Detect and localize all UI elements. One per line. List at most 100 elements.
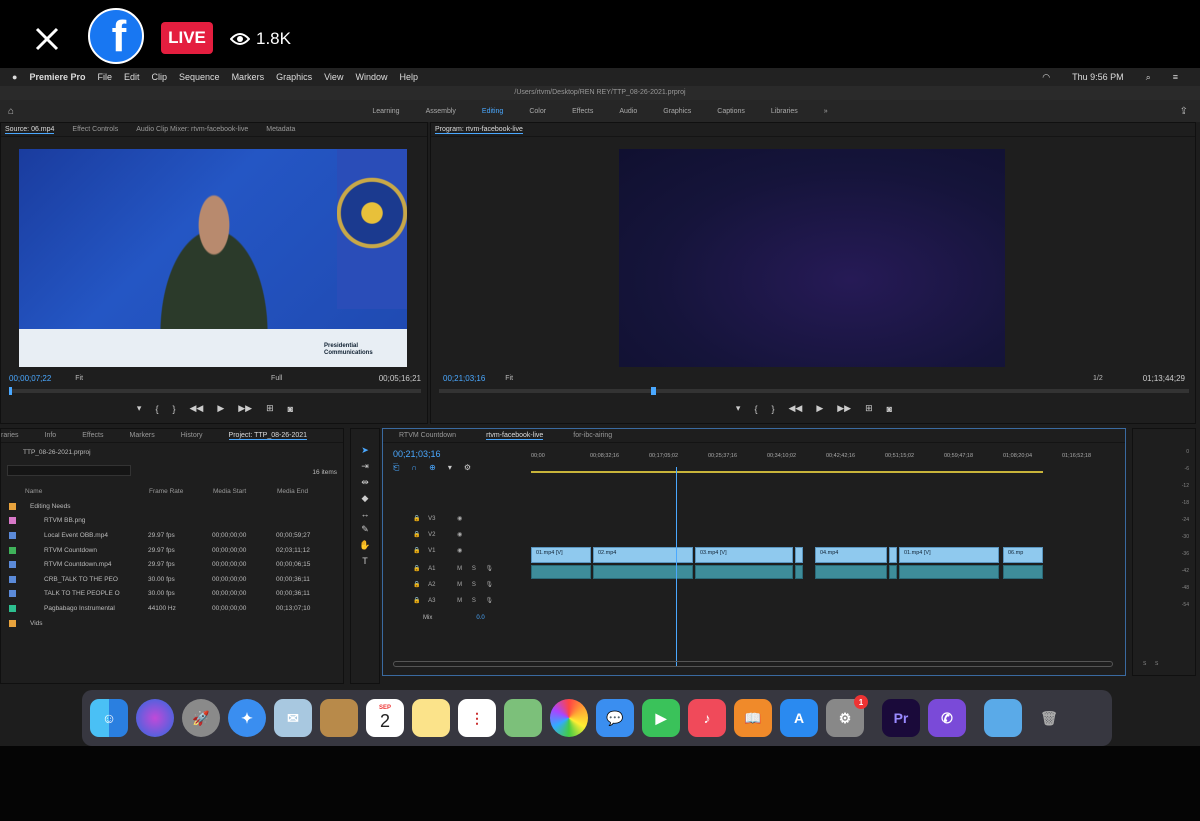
menu-graphics[interactable]: Graphics — [276, 72, 312, 82]
add-marker-icon[interactable]: ▾ — [736, 403, 741, 414]
mark-out-icon[interactable]: } — [172, 404, 175, 414]
audio-clip[interactable] — [593, 565, 693, 579]
nest-icon[interactable]: ⎗ — [393, 463, 399, 473]
sequence-area[interactable] — [531, 515, 1043, 611]
camera-icon[interactable]: ◙ — [288, 404, 293, 414]
audio-clip[interactable] — [531, 565, 591, 579]
tab-markers[interactable]: Markers — [129, 432, 154, 439]
audio-clip[interactable] — [889, 565, 897, 579]
audio-track-header[interactable]: 🔒 A2 M S 🎙 — [413, 581, 493, 588]
program-quality[interactable]: 1/2 — [1093, 375, 1103, 382]
menu-file[interactable]: File — [97, 72, 112, 82]
selection-tool-icon[interactable]: ➤ — [361, 445, 369, 456]
menu-markers[interactable]: Markers — [232, 72, 265, 82]
project-list-item[interactable]: Editing Needs — [1, 499, 341, 514]
tab-info[interactable]: Info — [45, 432, 57, 439]
audio-clip[interactable] — [899, 565, 999, 579]
col-media-end[interactable]: Media End — [277, 488, 337, 495]
menu-help[interactable]: Help — [399, 72, 418, 82]
video-clip[interactable]: 03.mp4 [V] — [695, 547, 793, 563]
wrench-icon[interactable]: ⚙ — [464, 463, 471, 473]
app-store-icon[interactable]: A — [780, 699, 818, 737]
insert-icon[interactable]: ⊞ — [266, 403, 274, 414]
track-lock-icon[interactable]: 🔒 — [413, 598, 420, 604]
col-frame-rate[interactable]: Frame Rate — [149, 488, 213, 495]
solo-button[interactable]: S — [472, 566, 476, 572]
mark-out-icon[interactable]: } — [771, 404, 774, 414]
premiere-pro-icon[interactable]: Pr — [882, 699, 920, 737]
menu-edit[interactable]: Edit — [124, 72, 140, 82]
workspace-editing[interactable]: Editing — [482, 108, 503, 115]
step-forward-icon[interactable]: ▶▶ — [837, 403, 851, 414]
calendar-icon[interactable]: SEP 2 — [366, 699, 404, 737]
type-tool-icon[interactable]: T — [362, 556, 368, 566]
mic-icon[interactable]: 🎙 — [486, 566, 494, 572]
program-timecode[interactable]: 00;21;03;16 — [443, 374, 485, 383]
project-list-item[interactable]: RTVM Countdown.mp4 29.97 fps 00;00;00;00… — [1, 557, 341, 572]
add-marker-icon[interactable]: ▾ — [137, 403, 142, 414]
messages-icon[interactable]: 💬 — [596, 699, 634, 737]
tab-effects[interactable]: Effects — [82, 432, 103, 439]
downloads-folder-icon[interactable] — [984, 699, 1022, 737]
play-icon[interactable]: ▶ — [816, 403, 823, 414]
apple-icon[interactable]: ● — [12, 72, 17, 82]
tab-rtvm-facebook-live[interactable]: rtvm-facebook-live — [486, 432, 544, 440]
finder-icon[interactable]: ☺ — [90, 699, 128, 737]
menu-app-name[interactable]: Premiere Pro — [29, 72, 85, 82]
workspace-effects[interactable]: Effects — [572, 108, 593, 115]
snap-icon[interactable]: ∩ — [411, 463, 417, 473]
source-quality[interactable]: Full — [271, 375, 282, 382]
menu-clip[interactable]: Clip — [152, 72, 168, 82]
audio-clip[interactable] — [795, 565, 803, 579]
tab-metadata[interactable]: Metadata — [266, 126, 295, 133]
col-name[interactable]: Name — [1, 488, 149, 495]
reminders-icon[interactable]: ⋮ — [458, 699, 496, 737]
time-ruler[interactable]: 00;00 00;08;32;16 00;17;05;02 00;25;37;16 00… — [531, 453, 1111, 467]
marker-icon[interactable]: ▾ — [448, 463, 452, 473]
step-forward-icon[interactable]: ▶▶ — [238, 403, 252, 414]
video-clip[interactable]: 04.mp4 — [815, 547, 887, 563]
source-scrubber[interactable] — [9, 387, 421, 395]
audio-clip[interactable] — [815, 565, 887, 579]
slip-icon[interactable]: ↔ — [361, 509, 370, 519]
project-list-item[interactable]: TALK TO THE PEOPLE O 30.00 fps 00;00;00;… — [1, 587, 341, 602]
facetime-icon[interactable]: ▶ — [642, 699, 680, 737]
mark-in-icon[interactable]: { — [754, 404, 757, 414]
mark-in-icon[interactable]: { — [155, 404, 158, 414]
source-fit[interactable]: Fit — [75, 375, 83, 382]
eye-icon[interactable]: ◉ — [457, 532, 462, 538]
mute-button[interactable]: M — [457, 598, 462, 604]
clock[interactable]: Thu 9:56 PM — [1072, 72, 1124, 82]
video-clip[interactable]: 01.mp4 [V] — [531, 547, 591, 563]
contacts-icon[interactable] — [320, 699, 358, 737]
home-icon[interactable]: ⌂ — [8, 106, 14, 117]
video-track-header[interactable]: 🔒 V2 ◉ — [413, 531, 462, 538]
share-icon[interactable]: ⇪ — [1180, 106, 1188, 117]
track-lock-icon[interactable]: 🔒 — [413, 516, 420, 522]
mic-icon[interactable]: 🎙 — [486, 598, 494, 604]
menu-sequence[interactable]: Sequence — [179, 72, 220, 82]
ripple-edit-icon[interactable]: ⇹ — [361, 477, 369, 488]
menu-window[interactable]: Window — [355, 72, 387, 82]
lift-icon[interactable]: ⊞ — [865, 403, 873, 414]
track-lock-icon[interactable]: 🔒 — [413, 532, 420, 538]
tab-rtvm-countdown[interactable]: RTVM Countdown — [399, 432, 456, 439]
audio-clip[interactable] — [1003, 565, 1043, 579]
maps-icon[interactable] — [504, 699, 542, 737]
solo-button[interactable]: S — [472, 582, 476, 588]
workspace-learning[interactable]: Learning — [372, 108, 399, 115]
tab-history[interactable]: History — [181, 432, 203, 439]
video-track-header[interactable]: 🔒 V3 ◉ — [413, 515, 462, 522]
track-lock-icon[interactable]: 🔒 — [413, 548, 420, 554]
more-workspaces-icon[interactable]: » — [824, 108, 828, 115]
video-clip[interactable]: 02.mp4 — [593, 547, 693, 563]
eye-icon[interactable]: ◉ — [457, 548, 462, 554]
trash-icon[interactable]: 🗑 — [1030, 699, 1068, 737]
video-clip[interactable] — [795, 547, 803, 563]
eye-icon[interactable]: ◉ — [457, 516, 462, 522]
hand-icon[interactable]: ✋ — [359, 540, 370, 551]
project-list-item[interactable]: Vids — [1, 616, 341, 631]
siri-icon[interactable] — [136, 699, 174, 737]
mute-button[interactable]: M — [457, 582, 462, 588]
pen-icon[interactable]: ✎ — [361, 524, 369, 535]
